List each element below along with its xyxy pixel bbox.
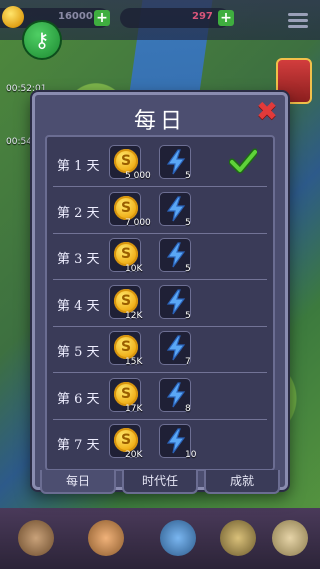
energy-amount: 5 (185, 217, 191, 228)
coin-icon: S (114, 242, 138, 266)
coin-icon: S (114, 149, 138, 173)
reward-row: 第 6 天 S 17K 8 (47, 374, 273, 420)
coin-amount: 12K (125, 310, 143, 321)
menu-icon[interactable] (288, 10, 308, 28)
day-label: 第 2 天 (57, 205, 100, 221)
daily-rewards-dialog: 每日 ✖ 第 1 天S5 000 5 第 2 天S7 000 5 第 3 天 S 10K 5 第… (32, 92, 288, 490)
coin-amount: 17K (125, 403, 143, 414)
day-label: 第 5 天 (57, 345, 100, 360)
bomb-icon[interactable] (220, 520, 256, 556)
coin-icon: S (114, 335, 138, 359)
coin-icon: S (114, 381, 138, 406)
reward-row: 第 2 天 S7 000 5 (47, 188, 273, 234)
close-icon[interactable]: ✖ (255, 99, 279, 125)
coin-icon: S (114, 428, 138, 452)
coin-amount: 10K (125, 264, 143, 274)
energy-amount: 8 (185, 403, 191, 414)
map-scroll-icon[interactable] (272, 520, 308, 556)
energy-amount: 7 (185, 357, 191, 367)
day-label: 第 6 天 (57, 391, 100, 407)
key-icon[interactable]: ⚷ (22, 20, 62, 60)
reward-row: 第 4 天 S 12K 5 (47, 281, 273, 327)
character-icon[interactable] (88, 520, 124, 556)
reward-row: 第 3 天 S 10K 5 (47, 234, 273, 280)
tab-daily[interactable]: 每日 (40, 470, 116, 494)
tab-bar: 每日 时代任 成就 (40, 470, 280, 494)
add-gems-button[interactable]: + (218, 10, 234, 26)
day-label: 第 1 天 (57, 159, 100, 174)
mountain-icon[interactable] (18, 520, 54, 556)
energy-amount: 5 (185, 171, 191, 181)
day-label: 第 4 天 (57, 298, 100, 314)
timer-label: 00:54 (6, 137, 32, 147)
coin-value: 16000 (58, 11, 93, 22)
reward-row: 第 1 天 S5 000 5 (47, 141, 273, 187)
coin-icon: S (114, 195, 138, 220)
energy-amount: 5 (185, 264, 191, 274)
energy-amount: 5 (185, 310, 191, 321)
reward-list: 第 1 天S5 000 5 第 2 天S7 000 5 第 3 天 S 10K 5 第 4 天S… (45, 135, 275, 471)
day-label: 第 3 天 (57, 252, 100, 267)
coin-icon (2, 6, 24, 28)
energy-icon[interactable] (160, 520, 196, 556)
reward-row: 第 5 天 S 15K 7 (47, 327, 273, 373)
gem-value: 297 (192, 11, 213, 22)
tab-achievements[interactable]: 成就 (204, 470, 280, 494)
add-coins-button[interactable]: + (94, 10, 110, 26)
coin-icon: S (114, 288, 138, 313)
checkmark-icon (228, 147, 259, 175)
reward-row: 第 7 天 S 20K 10 (47, 420, 273, 466)
dialog-title: 每日 (133, 109, 186, 134)
tab-era-tasks[interactable]: 时代任 (122, 470, 198, 494)
day-label: 第 7 天 (57, 438, 100, 453)
energy-amount: 10 (185, 450, 197, 460)
coin-amount: 20K (125, 450, 143, 460)
coin-amount: 5 000 (125, 171, 151, 181)
coin-amount: 15K (125, 357, 143, 367)
gem-counter: 297 + (120, 8, 234, 28)
coin-amount: 7 000 (125, 217, 151, 228)
